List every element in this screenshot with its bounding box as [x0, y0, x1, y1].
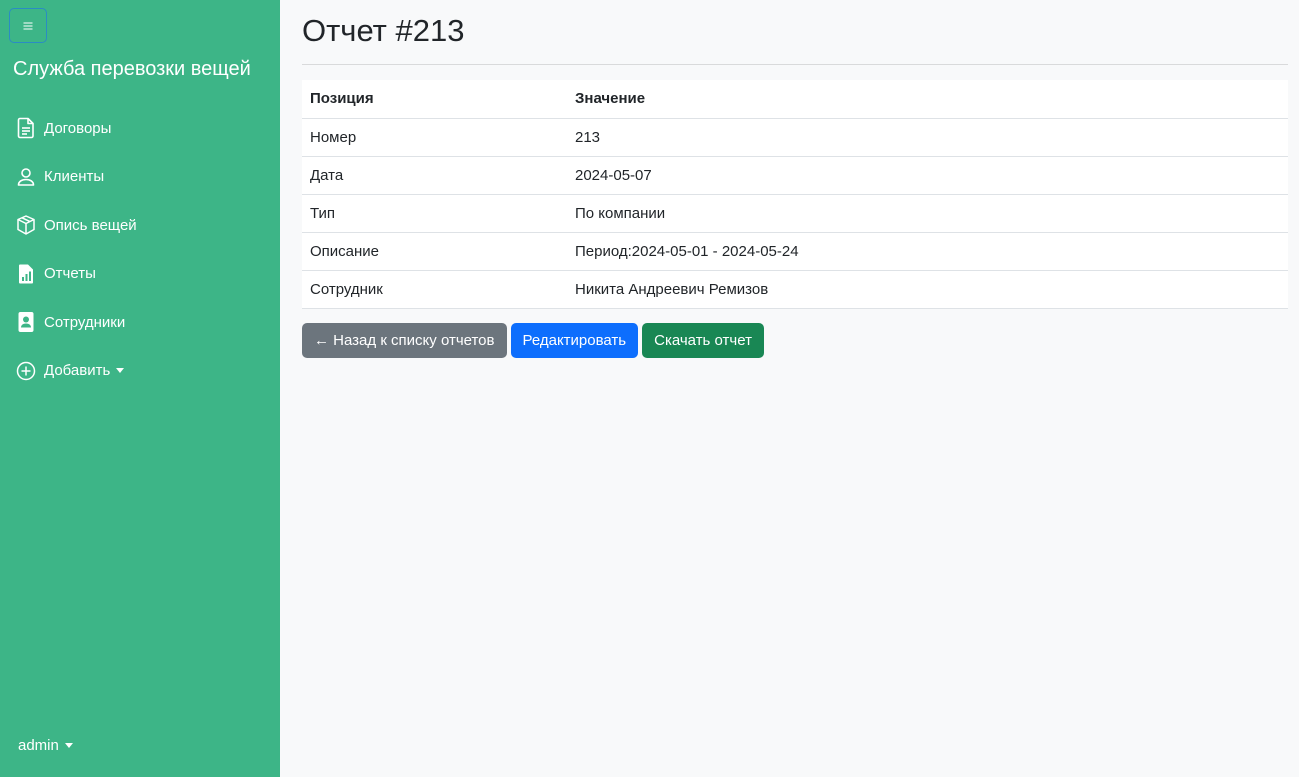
field-label: Описание: [302, 232, 567, 271]
back-to-reports-button[interactable]: ← Назад к списку отчетов: [302, 323, 507, 358]
sidebar-item-clients[interactable]: Клиенты: [0, 153, 280, 202]
report-details-table: Позиция Значение Номер 213 Дата 2024-05-…: [302, 80, 1288, 309]
field-label: Номер: [302, 118, 567, 157]
caret-down-icon: [116, 368, 125, 374]
hamburger-icon: [23, 22, 33, 29]
document-icon: [16, 117, 36, 139]
field-value: 2024-05-07: [567, 156, 1288, 195]
sidebar: Служба перевозки вещей Договоры Клиенты …: [0, 0, 280, 777]
sidebar-item-label: Добавить: [44, 362, 111, 380]
column-header: Позиция: [302, 80, 567, 119]
sidebar-item-label: Клиенты: [44, 168, 105, 186]
download-report-button[interactable]: Скачать отчет: [642, 323, 764, 358]
field-value: Период:2024-05-01 - 2024-05-24: [567, 232, 1288, 271]
brand-title[interactable]: Служба перевозки вещей: [13, 57, 251, 81]
field-label: Сотрудник: [302, 270, 567, 309]
badge-icon: [16, 311, 36, 333]
table-row: Тип По компании: [302, 194, 1288, 233]
field-value: Никита Андреевич Ремизов: [567, 270, 1288, 309]
table-row: Номер 213: [302, 118, 1288, 157]
sidebar-toggle-button[interactable]: [9, 8, 47, 43]
sidebar-item-label: Договоры: [44, 119, 112, 137]
sidebar-item-contracts[interactable]: Договоры: [0, 104, 280, 153]
caret-down-icon: [64, 743, 73, 748]
field-value: По компании: [567, 194, 1288, 233]
sidebar-item-add[interactable]: Добавить: [0, 347, 280, 396]
person-icon: [16, 166, 36, 188]
sidebar-item-label: Сотрудники: [44, 313, 126, 331]
sidebar-item-employees[interactable]: Сотрудники: [0, 298, 280, 347]
field-label: Тип: [302, 194, 567, 233]
page-title: Отчет #213: [302, 13, 465, 48]
table-header-row: Позиция Значение: [302, 80, 1288, 119]
report-chart-icon: [16, 263, 36, 285]
sidebar-item-label: Опись вещей: [44, 216, 137, 234]
table-row: Дата 2024-05-07: [302, 156, 1288, 195]
sidebar-nav: Договоры Клиенты Опись вещей Отчеты Сотр…: [0, 104, 280, 395]
sidebar-item-inventory[interactable]: Опись вещей: [0, 201, 280, 250]
edit-button[interactable]: Редактировать: [510, 323, 639, 358]
sidebar-item-reports[interactable]: Отчеты: [0, 250, 280, 299]
column-header: Значение: [567, 80, 1288, 119]
sidebar-item-label: Отчеты: [44, 265, 96, 283]
user-menu[interactable]: admin: [18, 737, 73, 754]
table-row: Описание Период:2024-05-01 - 2024-05-24: [302, 232, 1288, 271]
field-value: 213: [567, 118, 1288, 157]
field-label: Дата: [302, 156, 567, 195]
table-row: Сотрудник Никита Андреевич Ремизов: [302, 270, 1288, 309]
box-icon: [16, 214, 36, 236]
user-name: admin: [18, 737, 59, 754]
action-buttons: ← Назад к списку отчетов Редактировать С…: [302, 323, 764, 358]
divider: [302, 64, 1288, 65]
plus-circle-icon: [16, 360, 36, 382]
